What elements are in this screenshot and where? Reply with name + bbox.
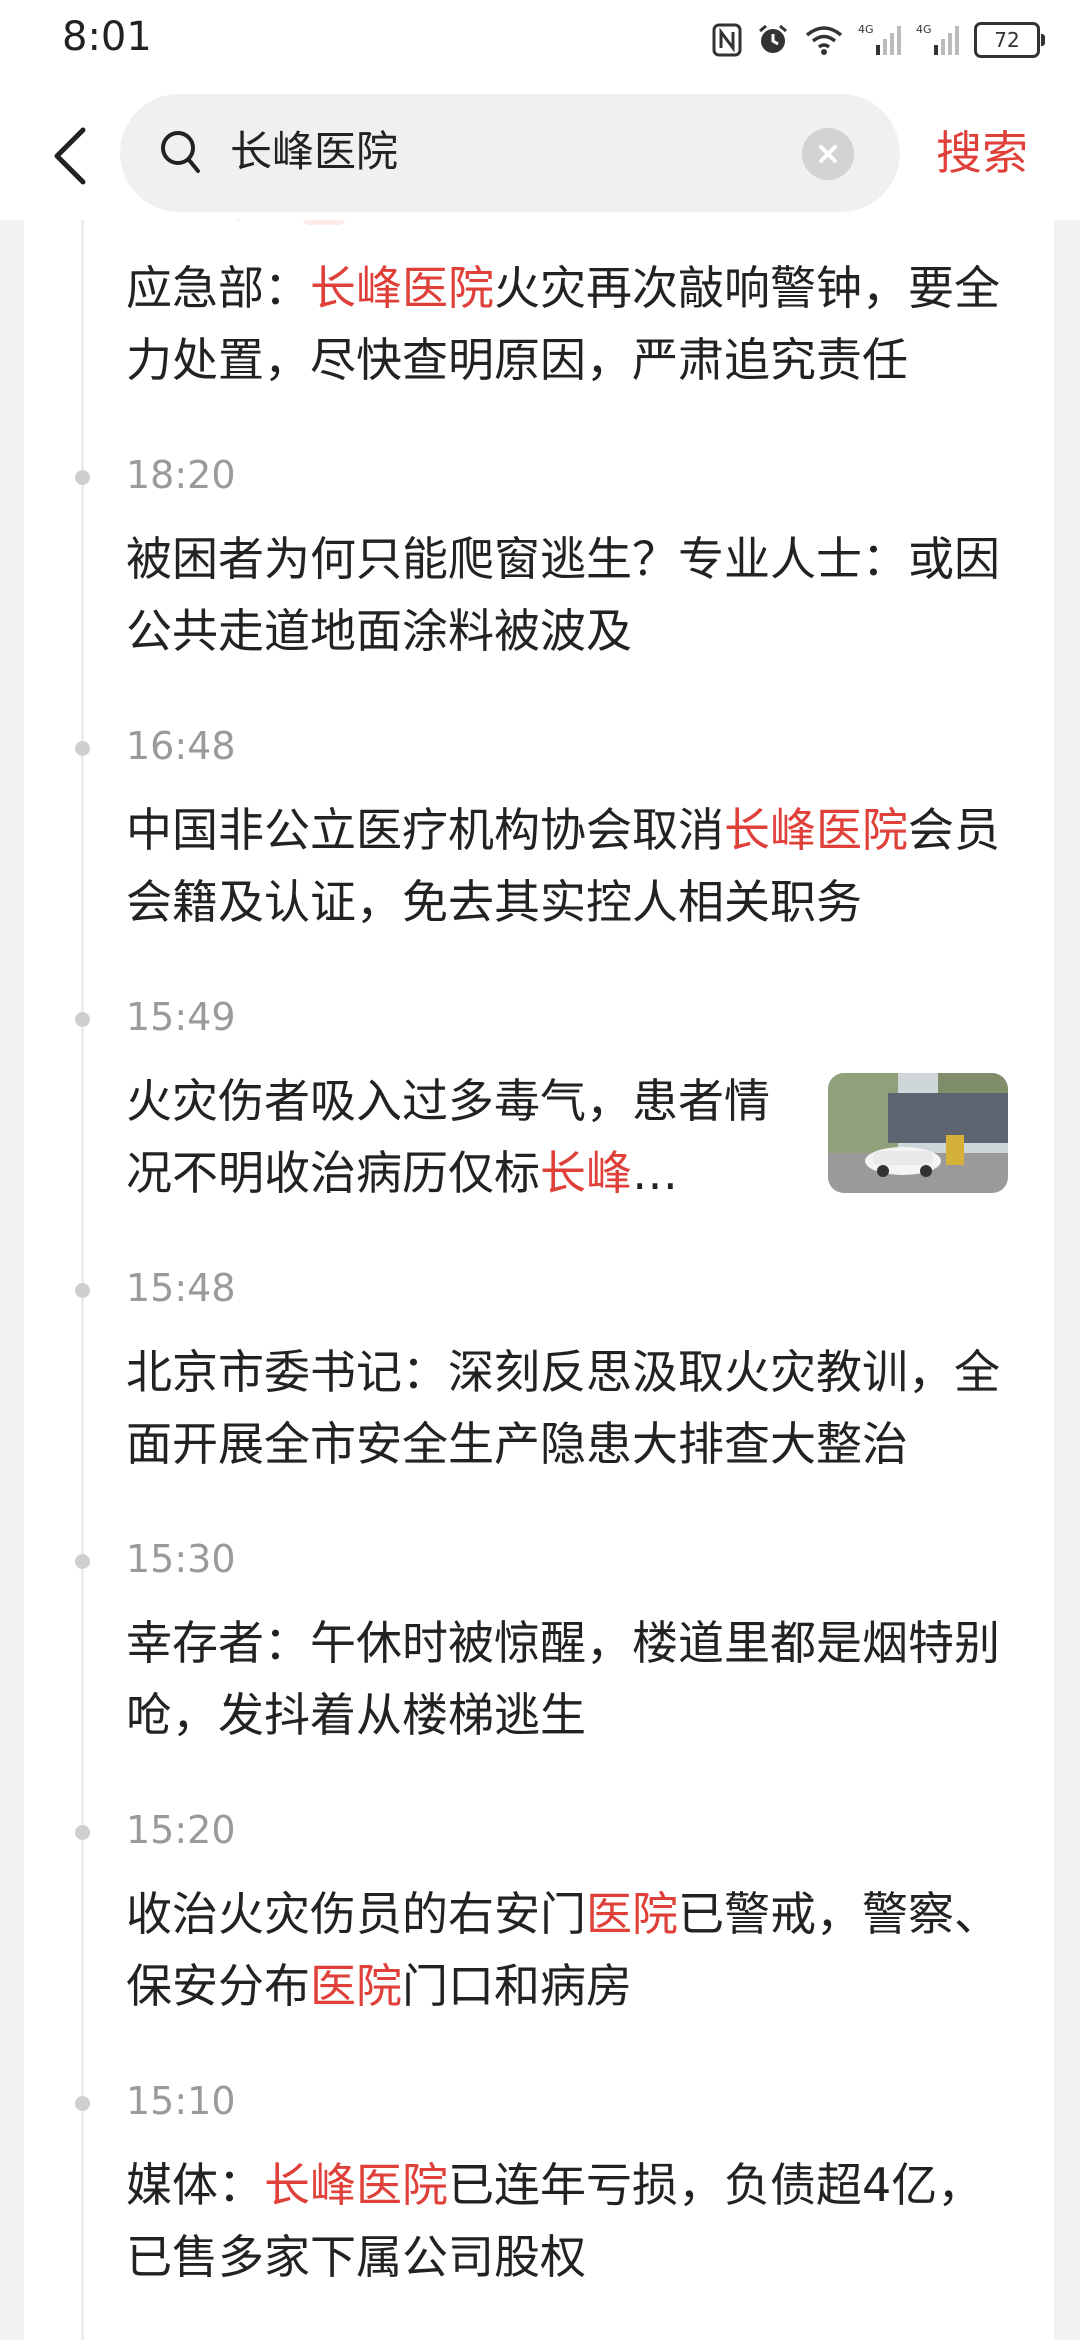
news-title[interactable]: 媒体：长峰医院已连年亏损，负债超4亿，已售多家下属公司股权: [126, 2149, 1026, 2293]
title-text: 中国非公立医疗机构协会取消: [126, 803, 724, 857]
nfc-icon: [712, 23, 742, 57]
keyword-highlight: 长峰医院: [724, 803, 908, 857]
keyword-highlight: 长峰医院: [310, 261, 494, 315]
news-time: 17分钟前 新: [126, 220, 347, 232]
status-icons: 4G 4G 72: [712, 20, 1045, 60]
title-text: 幸存者：午休时被惊醒，楼道里都是烟特别呛，发抖着从楼梯逃生: [126, 1616, 1000, 1742]
search-button[interactable]: 搜索: [936, 118, 1028, 188]
wifi-icon: [804, 24, 844, 56]
news-title[interactable]: 北京市委书记：深刻反思汲取火灾教训，全面开展全市安全生产隐患大排查大整治: [126, 1336, 1026, 1480]
title-text: …: [632, 1146, 678, 1200]
clear-icon[interactable]: [802, 128, 854, 180]
news-title[interactable]: 被困者为何只能爬窗逃生？专业人士：或因公共走道地面涂料被波及: [126, 523, 1026, 667]
keyword-highlight: 长峰医院: [264, 2158, 448, 2212]
timeline-dot: [75, 470, 90, 485]
news-time: 15:48: [126, 1260, 236, 1316]
news-time: 16:48: [126, 718, 236, 774]
search-header: 长峰医院 搜索: [0, 80, 1080, 220]
title-text: 媒体：: [126, 2158, 264, 2212]
news-item[interactable]: 15:30 幸存者：午休时被惊醒，楼道里都是烟特别呛，发抖着从楼梯逃生: [24, 1525, 1054, 1796]
news-thumbnail[interactable]: [828, 1073, 1008, 1193]
news-title[interactable]: 收治火灾伤员的右安门医院已警戒，警察、保安分布医院门口和病房: [126, 1878, 1026, 2022]
news-time: 15:10: [126, 2073, 236, 2129]
news-time-text: 15:30: [126, 1537, 236, 1581]
timeline-dot: [75, 1554, 90, 1569]
title-text: 门口和病房: [402, 1959, 632, 2013]
alarm-icon: [756, 23, 790, 57]
news-item[interactable]: 15:20 收治火灾伤员的右安门医院已警戒，警察、保安分布医院门口和病房: [24, 1796, 1054, 2067]
cellular-signal-icon-2: 4G: [916, 23, 960, 57]
news-time-text: 15:48: [126, 1266, 236, 1310]
news-title[interactable]: 幸存者：午休时被惊醒，楼道里都是烟特别呛，发抖着从楼梯逃生: [126, 1607, 1026, 1751]
news-time: 18:20: [126, 447, 236, 503]
news-time: 15:30: [126, 1531, 236, 1587]
status-time: 8:01: [62, 14, 152, 60]
search-icon: [158, 128, 204, 182]
keyword-highlight: 医院: [310, 1959, 402, 2013]
timeline-dot: [75, 1825, 90, 1840]
title-text: 收治火灾伤员的右安门: [126, 1887, 586, 1941]
back-button[interactable]: [34, 116, 104, 196]
battery-icon: 72: [974, 22, 1045, 58]
search-input[interactable]: 长峰医院: [120, 94, 900, 212]
news-item[interactable]: 15:10 媒体：长峰医院已连年亏损，负债超4亿，已售多家下属公司股权: [24, 2067, 1054, 2338]
keyword-highlight: 长峰: [540, 1146, 632, 1200]
status-bar: 8:01 4G 4G 72: [0, 0, 1080, 80]
news-timeline: 17分钟前 新应急部：长峰医院火灾再次敲响警钟，要全力处置，尽快查明原因，严肃追究…: [24, 220, 1054, 2340]
news-time-text: 15:49: [126, 995, 236, 1039]
news-item[interactable]: 15:48 北京市委书记：深刻反思汲取火灾教训，全面开展全市安全生产隐患大排查大整…: [24, 1254, 1054, 1525]
new-badge: 新: [302, 220, 347, 225]
news-title[interactable]: 火灾伤者吸入过多毒气，患者情况不明收治病历仅标长峰…: [126, 1065, 786, 1209]
news-time-text: 15:20: [126, 1808, 236, 1852]
news-title[interactable]: 应急部：长峰医院火灾再次敲响警钟，要全力处置，尽快查明原因，严肃追究责任: [126, 252, 1026, 396]
title-text: 北京市委书记：深刻反思汲取火灾教训，全面开展全市安全生产隐患大排查大整治: [126, 1345, 1000, 1471]
news-time: 15:49: [126, 989, 236, 1045]
news-time-text: 15:10: [126, 2079, 236, 2123]
news-item[interactable]: 16:48 中国非公立医疗机构协会取消长峰医院会员会籍及认证，免去其实控人相关职务: [24, 712, 1054, 983]
news-time-text: 16:48: [126, 724, 236, 768]
keyword-highlight: 医院: [586, 1887, 678, 1941]
timeline-dot: [75, 2096, 90, 2111]
news-item[interactable]: 15:49 火灾伤者吸入过多毒气，患者情况不明收治病历仅标长峰…: [24, 983, 1054, 1254]
timeline-dot: [75, 741, 90, 756]
cellular-signal-icon: 4G: [858, 23, 902, 57]
news-time-text: 18:20: [126, 453, 236, 497]
news-item[interactable]: 18:20 被困者为何只能爬窗逃生？专业人士：或因公共走道地面涂料被波及: [24, 441, 1054, 712]
svg-text:4G: 4G: [916, 23, 932, 36]
svg-text:4G: 4G: [858, 23, 874, 36]
timeline-dot: [75, 1012, 90, 1027]
title-text: 被困者为何只能爬窗逃生？专业人士：或因公共走道地面涂料被波及: [126, 532, 1000, 658]
title-text: 应急部：: [126, 261, 310, 315]
news-time: 15:20: [126, 1802, 236, 1858]
news-item[interactable]: 17分钟前 新应急部：长峰医院火灾再次敲响警钟，要全力处置，尽快查明原因，严肃追究…: [24, 220, 1054, 441]
search-query[interactable]: 长峰医院: [230, 122, 398, 182]
news-title[interactable]: 中国非公立医疗机构协会取消长峰医院会员会籍及认证，免去其实控人相关职务: [126, 794, 1026, 938]
timeline-dot: [75, 1283, 90, 1298]
news-time-text: 17分钟前: [126, 220, 288, 232]
back-arrow-icon: [54, 127, 86, 185]
